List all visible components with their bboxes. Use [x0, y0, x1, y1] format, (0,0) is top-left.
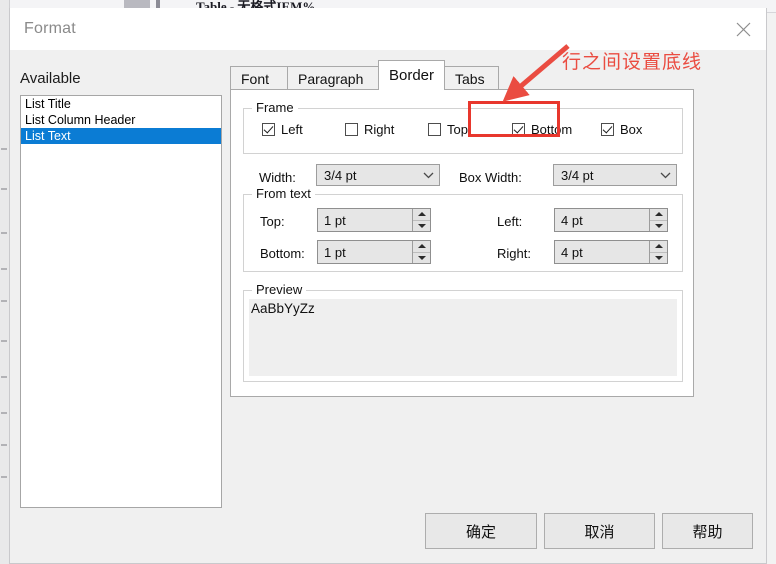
- preview-groupbox: Preview AaBbYyZz: [243, 282, 683, 382]
- spinner-up-icon[interactable]: [650, 241, 667, 253]
- checkbox-top-box[interactable]: [428, 123, 441, 136]
- tab-control: Font Paragraph Border Tabs Frame Left Ri…: [230, 60, 694, 397]
- spinner-down-icon[interactable]: [650, 220, 667, 231]
- from-text-right-spinner[interactable]: 4 pt: [554, 240, 668, 264]
- from-text-top-spin-buttons[interactable]: [412, 209, 430, 231]
- checkbox-bottom[interactable]: Bottom: [512, 122, 572, 137]
- spinner-up-icon[interactable]: [413, 209, 430, 221]
- from-text-left-spin-buttons[interactable]: [649, 209, 667, 231]
- format-dialog: Format Available List Title List Column …: [9, 8, 767, 564]
- available-label: Available: [20, 70, 81, 87]
- frame-groupbox: Frame Left Right Top Bottom Box: [243, 100, 683, 154]
- frame-legend: Frame: [252, 100, 298, 115]
- from-text-right-spin-buttons[interactable]: [649, 241, 667, 263]
- box-width-combobox[interactable]: 3/4 pt: [553, 164, 677, 186]
- checkbox-box[interactable]: Box: [601, 122, 642, 137]
- preview-area: AaBbYyZz: [249, 299, 677, 376]
- preview-legend: Preview: [252, 282, 307, 297]
- from-text-top-value[interactable]: 1 pt: [318, 209, 412, 231]
- checkbox-top-label: Top: [447, 122, 468, 137]
- from-text-bottom-label: Bottom:: [260, 246, 305, 261]
- list-item[interactable]: List Text: [21, 128, 221, 144]
- from-text-bottom-spinner[interactable]: 1 pt: [317, 240, 431, 264]
- tab-border[interactable]: Border: [378, 60, 445, 90]
- width-combobox[interactable]: 3/4 pt: [316, 164, 440, 186]
- close-icon[interactable]: [720, 8, 766, 50]
- checkbox-left-label: Left: [281, 122, 303, 137]
- from-text-legend: From text: [252, 186, 315, 201]
- box-width-label: Box Width:: [459, 170, 522, 185]
- chevron-down-icon[interactable]: [417, 172, 439, 179]
- checkbox-top[interactable]: Top: [428, 122, 468, 137]
- checkbox-left[interactable]: Left: [262, 122, 303, 137]
- checkbox-right-box[interactable]: [345, 123, 358, 136]
- checkbox-bottom-label: Bottom: [531, 122, 573, 137]
- spinner-up-icon[interactable]: [650, 209, 667, 221]
- spinner-down-icon[interactable]: [413, 252, 430, 263]
- checkbox-box-box[interactable]: [601, 123, 614, 136]
- width-combobox-value: 3/4 pt: [324, 167, 357, 183]
- from-text-bottom-value[interactable]: 1 pt: [318, 241, 412, 263]
- checkbox-bottom-box[interactable]: [512, 123, 525, 136]
- chevron-down-icon[interactable]: [654, 172, 676, 179]
- from-text-top-spinner[interactable]: 1 pt: [317, 208, 431, 232]
- box-width-combobox-value: 3/4 pt: [561, 167, 594, 183]
- from-text-groupbox: From text Top: 1 pt Bottom: 1 pt Left: 4…: [243, 186, 683, 272]
- spinner-up-icon[interactable]: [413, 241, 430, 253]
- preview-sample-text: AaBbYyZz: [251, 301, 315, 316]
- spinner-down-icon[interactable]: [650, 252, 667, 263]
- spinner-down-icon[interactable]: [413, 220, 430, 231]
- from-text-left-value[interactable]: 4 pt: [555, 209, 649, 231]
- help-button[interactable]: 帮助: [662, 513, 753, 549]
- border-tab-panel: Frame Left Right Top Bottom Box Width: 3…: [230, 89, 694, 397]
- from-text-top-label: Top:: [260, 214, 285, 229]
- ok-button[interactable]: 确定: [425, 513, 537, 549]
- from-text-left-label: Left:: [497, 214, 523, 229]
- dialog-title: Format: [24, 20, 76, 37]
- cancel-button[interactable]: 取消: [544, 513, 655, 549]
- dialog-body: Available List Title List Column Header …: [10, 50, 766, 563]
- checkbox-left-box[interactable]: [262, 123, 275, 136]
- checkbox-right-label: Right: [364, 122, 395, 137]
- from-text-left-spinner[interactable]: 4 pt: [554, 208, 668, 232]
- checkbox-box-label: Box: [620, 122, 643, 137]
- tab-paragraph[interactable]: Paragraph: [287, 66, 379, 90]
- from-text-right-label: Right:: [497, 246, 531, 261]
- tab-tabs[interactable]: Tabs: [444, 66, 499, 90]
- tab-font[interactable]: Font: [230, 66, 288, 90]
- annotation-text: 行之间设置底线: [562, 52, 703, 73]
- dialog-titlebar: Format: [10, 8, 766, 50]
- from-text-right-value[interactable]: 4 pt: [555, 241, 649, 263]
- list-item[interactable]: List Title: [21, 96, 221, 112]
- list-item[interactable]: List Column Header: [21, 112, 221, 128]
- checkbox-right[interactable]: Right: [345, 122, 394, 137]
- available-listbox[interactable]: List Title List Column Header List Text: [20, 95, 222, 508]
- from-text-bottom-spin-buttons[interactable]: [412, 241, 430, 263]
- width-label: Width:: [259, 170, 296, 185]
